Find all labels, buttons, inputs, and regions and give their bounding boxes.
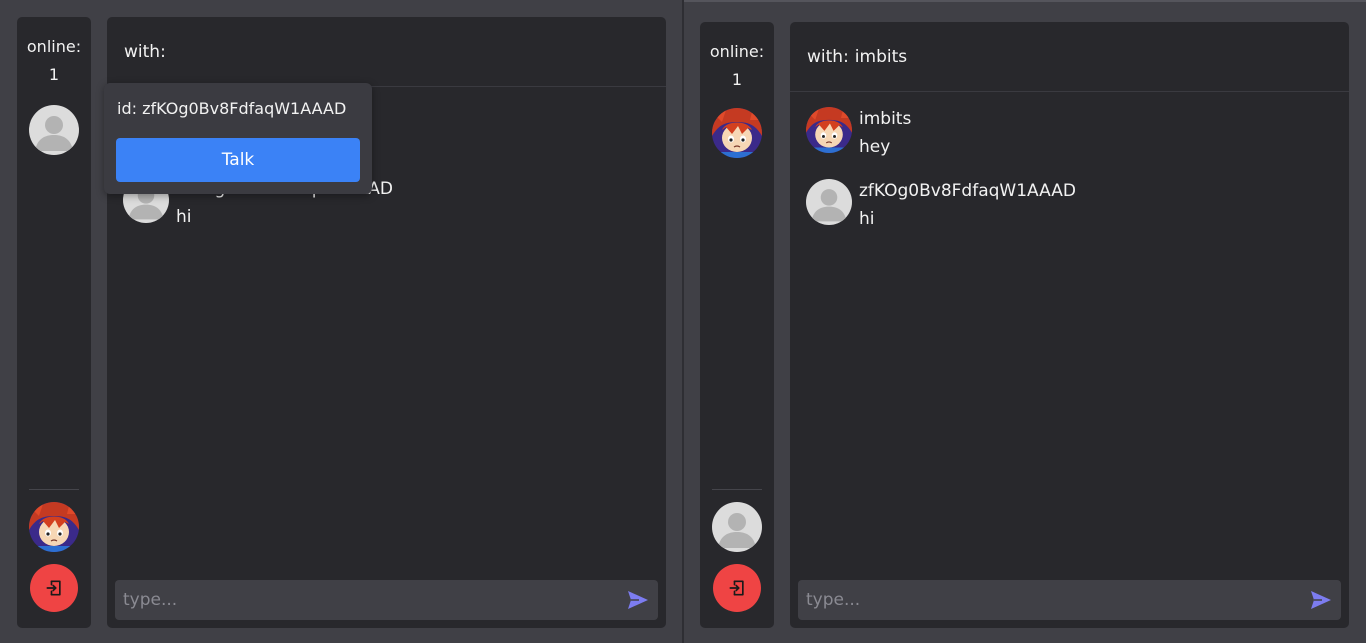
message-author: zfKOg0Bv8FdfaqW1AAAD [859, 181, 1076, 201]
logout-button[interactable] [713, 564, 761, 612]
online-count: 1 [731, 70, 743, 89]
sidebar-divider [712, 489, 762, 490]
users-sidebar: online: 1 [17, 17, 91, 628]
online-user-avatar[interactable] [712, 108, 762, 158]
chat-header: with: [107, 17, 666, 87]
chat-with-user: imbits [854, 46, 908, 67]
default-avatar-icon [806, 179, 852, 225]
talk-button[interactable]: Talk [116, 138, 360, 182]
right-pane: online: 1 with: imbits imbits hey zfKOg0… [684, 0, 1366, 643]
my-avatar[interactable] [712, 502, 762, 552]
online-user-avatar[interactable] [29, 105, 79, 155]
message-composer [798, 580, 1341, 620]
anime-avatar-icon [29, 502, 79, 552]
anime-avatar-icon [806, 107, 852, 153]
online-label: online: [26, 37, 82, 56]
chat-header: with: imbits [790, 22, 1349, 92]
logout-icon [46, 580, 61, 596]
anime-avatar-icon [712, 108, 762, 158]
users-sidebar: online: 1 [700, 22, 774, 628]
online-label: online: [709, 42, 765, 61]
my-avatar[interactable] [29, 502, 79, 552]
message-input[interactable] [798, 580, 1341, 620]
chat-panel: with: imbits imbits hey zfKOg0Bv8FdfaqW1… [790, 22, 1349, 628]
user-popover: id: zfKOg0Bv8FdfaqW1AAAD Talk [104, 83, 372, 194]
message-text: hi [859, 209, 875, 229]
message-text: hey [859, 137, 891, 157]
logout-button[interactable] [30, 564, 78, 612]
message-text: hi [176, 207, 192, 227]
message-author: imbits [859, 109, 912, 129]
popover-user-id: id: zfKOg0Bv8FdfaqW1AAAD [117, 99, 347, 118]
message-avatar[interactable] [806, 107, 852, 153]
message-composer [115, 580, 658, 620]
chat-with-label: with: [807, 46, 849, 67]
chat-with-label: with: [124, 41, 166, 62]
sidebar-divider [29, 489, 79, 490]
default-avatar-icon [712, 502, 762, 552]
send-icon[interactable] [1309, 588, 1333, 612]
default-avatar-icon [29, 105, 79, 155]
logout-icon [729, 580, 744, 596]
left-pane: online: 1 with: zfKOg0Bv8FdfaqW1A [0, 0, 682, 643]
message-input[interactable] [115, 580, 658, 620]
send-icon[interactable] [626, 588, 650, 612]
online-count: 1 [48, 65, 60, 84]
message-avatar[interactable] [806, 179, 852, 225]
